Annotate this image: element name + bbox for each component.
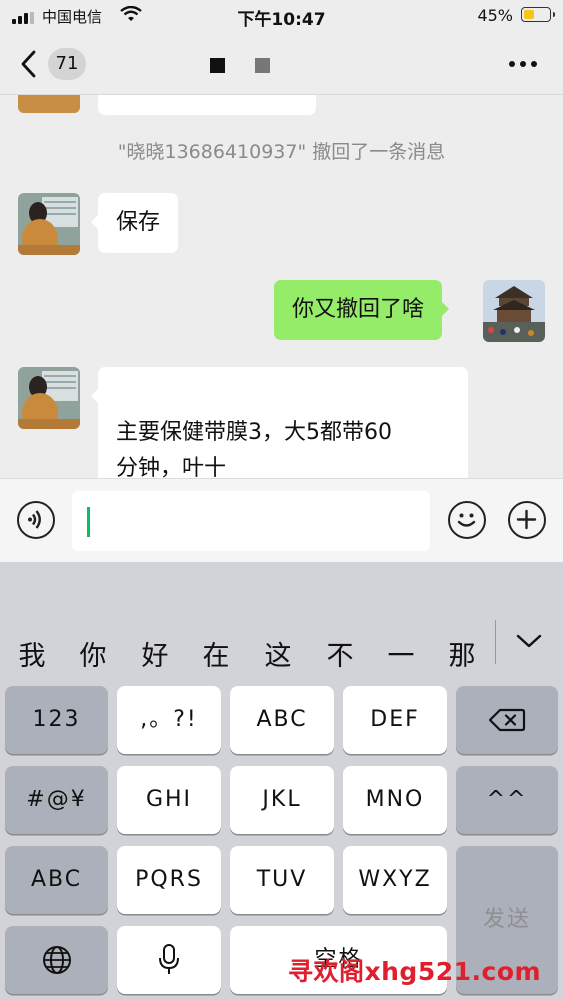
message-bubble-outgoing[interactable]: 你又撤回了啥 bbox=[274, 280, 450, 340]
candidate-word[interactable]: 在 bbox=[196, 634, 236, 673]
message-bubble[interactable] bbox=[98, 95, 316, 115]
voice-button[interactable] bbox=[17, 501, 55, 539]
key-emoticon[interactable]: ^^ bbox=[456, 766, 558, 834]
unread-count-badge: 71 bbox=[48, 48, 86, 80]
message-bubble[interactable]: 主要保健带膜3，大5都带60 分钟，叶十 bbox=[91, 367, 468, 478]
my-avatar[interactable] bbox=[483, 280, 545, 342]
battery-icon bbox=[521, 7, 555, 22]
candidate-word[interactable]: 我 bbox=[12, 634, 52, 673]
chevron-left-icon bbox=[21, 50, 36, 78]
message-text: 主要保健带膜3，大5都带60 分钟，叶十 bbox=[116, 420, 392, 478]
battery-level bbox=[524, 10, 535, 19]
candidate-word[interactable]: 这 bbox=[258, 634, 298, 673]
microphone-icon bbox=[159, 944, 179, 974]
candidate-word[interactable]: 那 bbox=[442, 634, 482, 673]
key-symbols[interactable]: #@¥ bbox=[5, 766, 108, 834]
key-tuv[interactable]: TUV bbox=[230, 846, 334, 914]
key-pqrs[interactable]: PQRS bbox=[117, 846, 221, 914]
plus-icon bbox=[516, 509, 537, 530]
voice-input-key[interactable] bbox=[117, 926, 221, 994]
battery-percent: 45% bbox=[477, 6, 513, 25]
chevron-down-icon bbox=[516, 634, 542, 648]
key-english[interactable]: ABC bbox=[5, 846, 108, 914]
add-button[interactable] bbox=[508, 501, 546, 539]
candidate-word[interactable]: 一 bbox=[381, 634, 421, 673]
key-punctuation[interactable]: ,。?! bbox=[117, 686, 221, 754]
collapse-candidates-button[interactable] bbox=[514, 628, 544, 654]
emoji-icon bbox=[457, 513, 476, 527]
back-button[interactable]: 71 bbox=[18, 46, 98, 82]
backspace-key[interactable] bbox=[456, 686, 558, 754]
emoji-button[interactable] bbox=[448, 501, 486, 539]
message-list[interactable]: "晓晓13686410937" 撤回了一条消息 保存 你又撤回了啥 主要保健带膜… bbox=[0, 95, 563, 478]
voice-icon bbox=[28, 510, 41, 529]
status-bar: 中国电信 下午10:47 45% bbox=[0, 0, 563, 32]
key-abc[interactable]: ABC bbox=[230, 686, 334, 754]
divider bbox=[495, 620, 496, 664]
key-numbers[interactable]: 123 bbox=[5, 686, 108, 754]
avatar[interactable] bbox=[18, 367, 80, 429]
chat-title bbox=[210, 58, 270, 74]
globe-icon bbox=[42, 946, 71, 974]
text-caret bbox=[87, 507, 90, 537]
watermark-text: 寻欢阁xhg521.com bbox=[288, 957, 542, 986]
candidate-word[interactable]: 你 bbox=[73, 634, 113, 673]
key-jkl[interactable]: JKL bbox=[230, 766, 334, 834]
message-text: 保存 bbox=[116, 210, 161, 235]
key-def[interactable]: DEF bbox=[343, 686, 447, 754]
message-text: 你又撤回了啥 bbox=[292, 297, 425, 322]
recall-notice: "晓晓13686410937" 撤回了一条消息 bbox=[117, 141, 446, 163]
more-button[interactable] bbox=[503, 54, 543, 74]
chat-header: 71 bbox=[0, 32, 563, 95]
input-bar bbox=[0, 478, 563, 562]
avatar[interactable] bbox=[18, 193, 80, 255]
message-bubble[interactable]: 保存 bbox=[90, 193, 179, 253]
key-wxyz[interactable]: WXYZ bbox=[343, 846, 447, 914]
key-ghi[interactable]: GHI bbox=[117, 766, 221, 834]
globe-key[interactable] bbox=[5, 926, 108, 994]
avatar[interactable] bbox=[18, 95, 80, 113]
candidate-word[interactable]: 好 bbox=[135, 634, 175, 673]
candidate-bar: 我 你 好 在 这 不 一 那 bbox=[0, 610, 563, 673]
candidate-word[interactable]: 不 bbox=[320, 634, 360, 673]
message-input[interactable] bbox=[72, 491, 430, 551]
key-mno[interactable]: MNO bbox=[343, 766, 447, 834]
keyboard: 我 你 好 在 这 不 一 那 123 ,。?! ABC DEF #@¥ GHI… bbox=[0, 562, 563, 1000]
backspace-icon bbox=[488, 708, 526, 732]
